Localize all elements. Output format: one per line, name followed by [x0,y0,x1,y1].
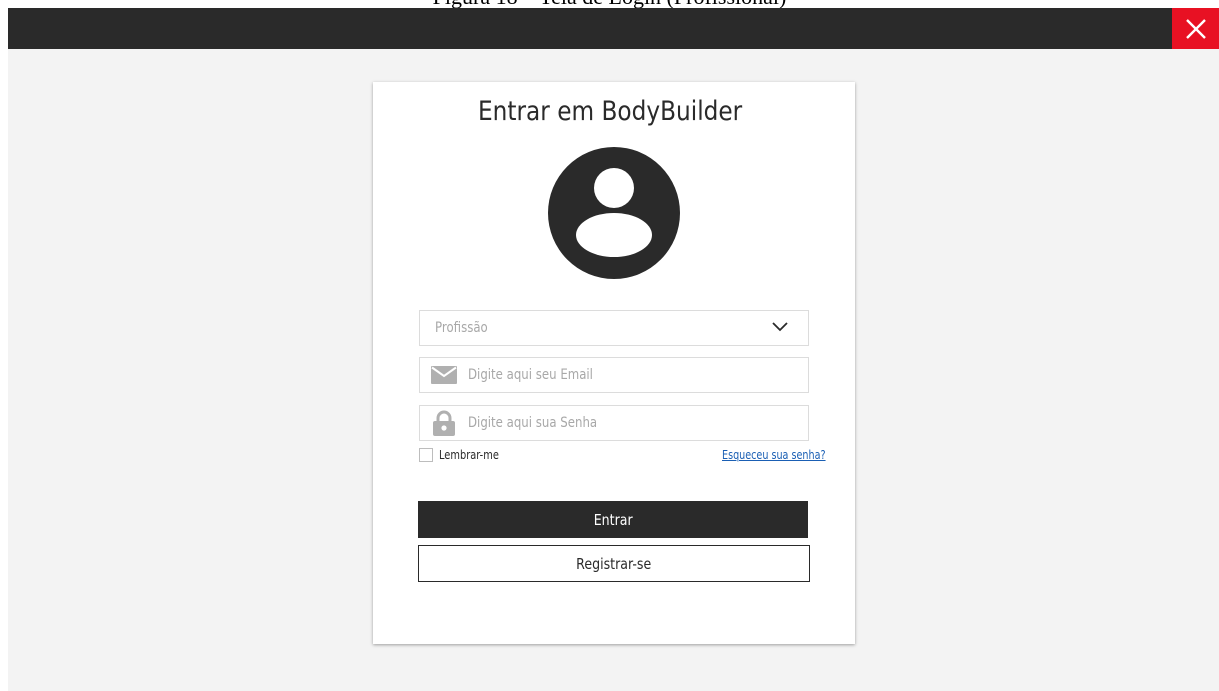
profession-placeholder: Profissão [435,320,488,336]
checkbox-box[interactable] [419,448,433,462]
remember-me-checkbox[interactable]: Lembrar-me [419,448,512,462]
close-icon [1185,18,1206,39]
window-titlebar [8,8,1219,49]
email-placeholder: Digite aqui seu Email [468,367,593,383]
forgot-password-link[interactable]: Esqueceu sua senha? [722,448,826,462]
close-button[interactable] [1172,8,1219,49]
chevron-down-icon [772,322,788,332]
envelope-icon [420,358,468,392]
register-button[interactable]: Registrar-se [418,545,810,582]
login-button[interactable]: Entrar [418,501,808,538]
profession-select[interactable]: Profissão [419,310,809,346]
password-placeholder: Digite aqui sua Senha [468,415,598,431]
lock-icon [420,406,468,440]
register-button-label: Registrar-se [576,554,652,573]
figure-caption: Figura 18 – Tela de Login (Profissional) [0,0,1219,8]
email-field[interactable]: Digite aqui seu Email [419,357,809,393]
password-field[interactable]: Digite aqui sua Senha [419,405,809,441]
remember-me-label: Lembrar-me [439,448,499,462]
user-avatar-icon [548,147,680,279]
login-button-label: Entrar [593,510,633,529]
page-title: Entrar em BodyBuilder [478,96,743,127]
